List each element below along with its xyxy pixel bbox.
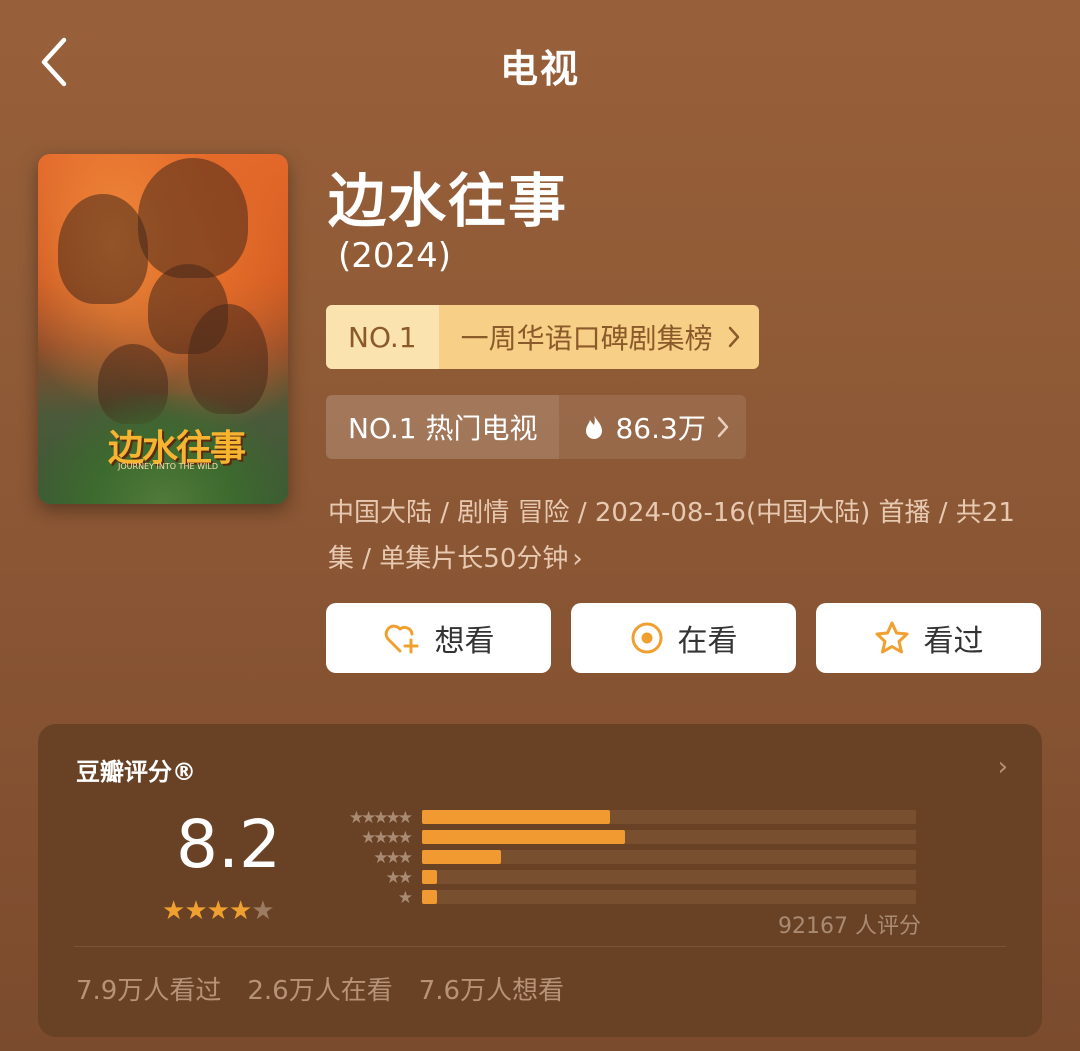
rating-bar-row: ★★ <box>320 868 920 888</box>
rating-bar-track <box>422 890 916 904</box>
star-icon: ★ <box>162 896 185 926</box>
rating-bar-track <box>422 830 916 844</box>
rating-bar-stars: ★★★ <box>373 848 413 868</box>
show-info-text: 中国大陆 / 剧情 冒险 / 2024-08-16(中国大陆) 首播 / 共21… <box>328 498 1015 574</box>
rating-card[interactable]: 豆瓣评分® › 8.2 ★★★★★ ★★★★★ ★★★★ ★★★ ★★ ★ 92167 … <box>38 724 1042 1037</box>
page-title: 电视 <box>499 47 580 91</box>
rating-title: 豆瓣评分® <box>76 758 196 786</box>
rating-score: 8.2 <box>176 806 281 883</box>
rating-bar-fill <box>422 890 437 904</box>
poster-image[interactable]: 边水往事 JOURNEY INTO THE WILD <box>38 154 288 504</box>
divider <box>74 946 1006 947</box>
heart-plus-icon <box>384 624 418 654</box>
rating-bar-stars: ★★ <box>385 868 414 888</box>
rating-bar-fill <box>422 870 437 884</box>
rating-bar-stars: ★ <box>397 888 413 908</box>
rating-bar-row: ★★★★ <box>320 828 920 848</box>
flame-icon <box>586 414 603 439</box>
target-icon <box>631 622 662 654</box>
rating-bar-fill <box>422 850 501 864</box>
heat-value: 86.3万 <box>615 412 706 445</box>
rating-bar-stars: ★★★★★ <box>348 808 413 828</box>
chevron-right-icon <box>728 326 739 348</box>
star-icon: ★ <box>206 896 230 926</box>
want-to-watch-button[interactable]: 想看 <box>326 603 551 673</box>
star-icon: ★ <box>228 896 252 926</box>
show-info[interactable]: 中国大陆 / 剧情 冒险 / 2024-08-16(中国大陆) 首播 / 共21… <box>328 490 1038 582</box>
ranking-hot-label: NO.1 热门电视 <box>326 395 560 459</box>
rating-bar-stars: ★★★★ <box>361 828 413 848</box>
want-to-watch-label: 想看 <box>434 624 495 659</box>
ranking-number: NO.1 <box>326 305 439 369</box>
watching-button[interactable]: 在看 <box>571 603 796 673</box>
show-title: 边水往事 <box>328 167 569 235</box>
star-icon: ★ <box>184 896 207 926</box>
rating-bar-fill <box>422 830 625 844</box>
poster-subtitle: JOURNEY INTO THE WILD <box>118 462 218 471</box>
rating-voters: 92167 人评分 <box>778 914 921 939</box>
rating-bar-row: ★★★ <box>320 848 920 868</box>
rating-bar-row: ★ <box>320 888 920 908</box>
ranking-badge-hot[interactable]: NO.1 热门电视 86.3万 <box>326 395 746 459</box>
rating-bar-row: ★★★★★ <box>320 808 920 828</box>
chevron-right-icon[interactable]: › <box>998 752 1008 782</box>
star-outline-icon <box>875 621 908 654</box>
star-icon: ★ <box>251 896 274 926</box>
rating-distribution: ★★★★★ ★★★★ ★★★ ★★ ★ <box>320 808 920 908</box>
stat-want: 7.6万人想看 <box>418 976 565 1006</box>
watched-button[interactable]: 看过 <box>816 603 1041 673</box>
watching-label: 在看 <box>677 624 738 659</box>
watched-label: 看过 <box>923 624 984 659</box>
stat-watching: 2.6万人在看 <box>247 976 393 1006</box>
ranking-badge-weekly[interactable]: NO.1 一周华语口碑剧集榜 <box>326 305 759 369</box>
ranking-label: 一周华语口碑剧集榜 <box>460 322 713 355</box>
rating-bar-track <box>422 810 916 824</box>
rating-bar-track <box>422 850 916 864</box>
rating-bar-track <box>422 870 916 884</box>
stat-watched: 7.9万人看过 <box>76 976 222 1006</box>
rating-stars: ★★★★★ <box>162 896 275 926</box>
chevron-right-icon <box>717 416 729 438</box>
rating-bar-fill <box>422 810 610 824</box>
show-year: (2024) <box>338 236 452 276</box>
chevron-right-icon: › <box>572 544 583 574</box>
